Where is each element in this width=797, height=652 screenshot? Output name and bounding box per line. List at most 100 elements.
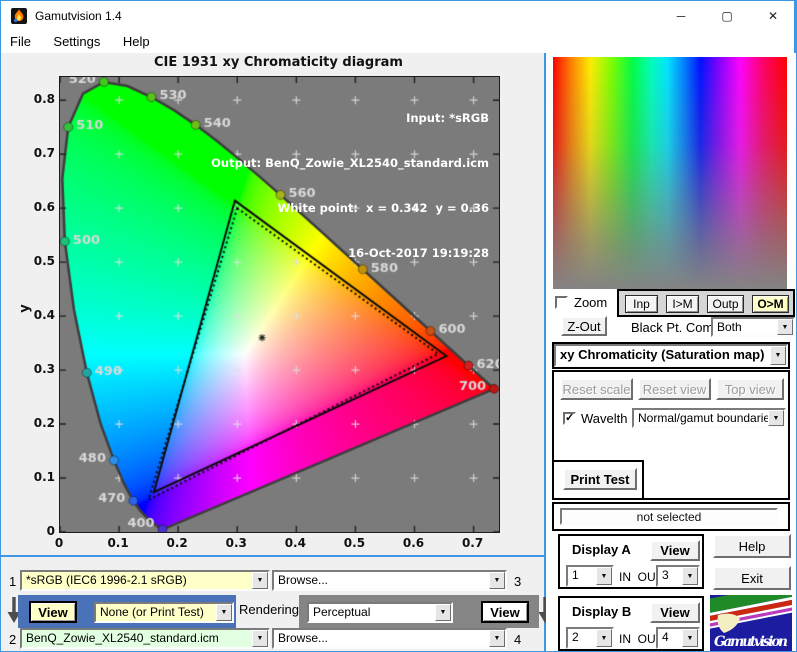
minimize-button[interactable]: ─ [658,1,704,31]
y-tick-label: 0.2 [33,416,55,431]
dropdown-arrow-icon[interactable]: ▼ [682,629,698,647]
transform-panel-right: Perceptual ▼ View [299,595,539,628]
rendering-intent-select[interactable]: Perceptual ▼ [307,602,453,623]
display-a-out-select[interactable]: 3 ▼ [656,565,700,587]
x-tick-label: 0.5 [343,536,366,550]
annotation-input: Input: *sRGB [406,111,489,125]
browse-top-value: Browse... [278,573,329,587]
annotation-whitepoint: White point: x = 0.342 y = 0.36 [277,201,489,215]
input-profile-value: *sRGB (IEC6 1996-2.1 sRGB) [22,572,252,589]
y-tick-label: 0.5 [33,254,55,269]
rendering-label: Rendering [239,602,299,617]
display-b-out-value: 4 [662,630,669,644]
y-tick-label: 0.6 [33,200,55,215]
reset-scale-button[interactable]: Reset scale [560,378,633,400]
dropdown-arrow-icon[interactable]: ▼ [489,572,505,589]
dropdown-arrow-icon[interactable]: ▼ [777,319,793,335]
slot4-number: 4 [514,632,522,647]
wavelth-checkbox[interactable]: ✓ [563,412,576,425]
display-b-view-button[interactable]: View [650,602,700,623]
dropdown-arrow-icon[interactable]: ▼ [770,346,786,365]
slot1-number: 1 [9,574,17,589]
title-bar: Gamutvision 1.4 ─ ▢ ✕ [1,1,796,31]
browse-bottom-value: Browse... [278,631,329,645]
black-pt-comp-value: Both [717,320,742,334]
o-to-m-button[interactable]: O>M [752,295,789,313]
menu-settings[interactable]: Settings [44,31,109,52]
y-tick-label: 0.4 [33,308,55,323]
browse-top-select[interactable]: Browse... ▼ [272,570,507,591]
dropdown-arrow-icon[interactable]: ▼ [216,604,232,621]
view-mode-select[interactable]: xy Chromaticity (Saturation map) ▼ [554,344,788,367]
x-tick-label: 0 [54,536,64,550]
wavelth-checkbox-label: Wavelth [581,411,628,426]
exit-button[interactable]: Exit [713,566,791,590]
display-a-group: Display A View 1 ▼ IN OUT 3 ▼ [558,534,704,589]
window-title: Gamutvision 1.4 [35,9,122,23]
slot2-number: 2 [9,632,17,647]
view-left-button[interactable]: View [29,601,77,623]
dropdown-arrow-icon[interactable]: ▼ [768,410,784,426]
display-b-in-value: 2 [572,630,579,644]
display-b-out-select[interactable]: 4 ▼ [656,627,700,649]
output-profile-select[interactable]: BenQ_Zowie_XL2540_standard.icm ▼ [20,628,270,649]
outp-button[interactable]: Outp [707,295,744,313]
x-tick-label: 0.7 [461,536,484,550]
menu-file[interactable]: File [1,31,40,52]
zoom-checkbox[interactable] [555,296,568,309]
x-tick-label: 0.4 [284,536,306,550]
none-print-test-value: None (or Print Test) [96,604,216,621]
status-frame: not selected [552,502,790,531]
input-profile-select[interactable]: *sRGB (IEC6 1996-2.1 sRGB) ▼ [20,570,270,591]
dropdown-arrow-icon[interactable]: ▼ [596,567,612,585]
none-print-test-select[interactable]: None (or Print Test) ▼ [94,602,234,623]
mode-select-frame: xy Chromaticity (Saturation map) ▼ [552,342,790,369]
output-profile-value: BenQ_Zowie_XL2540_standard.icm [22,630,252,647]
browse-bottom-select[interactable]: Browse... ▼ [272,628,507,649]
view-right-button[interactable]: View [481,601,529,623]
boundaries-select[interactable]: Normal/gamut boundaries ▼ [632,408,786,428]
maximize-button[interactable]: ▢ [704,1,750,31]
reset-view-button[interactable]: Reset view [638,378,711,400]
transform-panel-left: View None (or Print Test) ▼ [18,595,236,628]
dropdown-arrow-icon[interactable]: ▼ [489,630,505,647]
display-a-in-select[interactable]: 1 ▼ [566,565,614,587]
y-tick-label: 0 [46,524,55,538]
display-a-title: Display A [572,542,631,557]
dropdown-arrow-icon[interactable]: ▼ [682,567,698,585]
top-view-button[interactable]: Top view [716,378,784,400]
dropdown-arrow-icon[interactable]: ▼ [252,572,268,589]
i-to-m-button[interactable]: I>M [666,295,699,313]
x-tick-label: 0.3 [225,536,247,550]
gamutvision-window: Gamutvision 1.4 ─ ▢ ✕ File Settings Help… [0,0,797,652]
display-a-in-value: 1 [572,568,579,582]
logo-text: Gamutvision [714,634,788,650]
annotation-datetime: 16-Oct-2017 19:19:28 [348,246,489,260]
annotation-output: Output: BenQ_Zowie_XL2540_standard.icm [211,156,489,170]
display-a-out-value: 3 [662,568,669,582]
menu-bar: File Settings Help [1,31,796,53]
close-button[interactable]: ✕ [750,1,796,31]
menu-help[interactable]: Help [114,31,159,52]
view-mode-button-group: Inp I>M Outp O>M [617,289,795,317]
print-test-button[interactable]: Print Test [563,468,637,490]
dropdown-arrow-icon[interactable]: ▼ [435,604,451,621]
help-button[interactable]: Help [713,534,791,558]
x-tick-label: 0.2 [166,536,188,550]
dropdown-arrow-icon[interactable]: ▼ [596,629,612,647]
boundaries-value: Normal/gamut boundaries [638,411,768,425]
y-tick-label: 0.8 [33,92,55,107]
display-b-title: Display B [572,604,632,619]
chart-annotation: Input: *sRGB Output: BenQ_Zowie_XL2540_s… [151,81,489,291]
status-field: not selected [560,508,778,525]
view-mode-value: xy Chromaticity (Saturation map) [560,347,765,362]
y-tick-label: 0.7 [33,146,55,161]
display-b-in-select[interactable]: 2 ▼ [566,627,614,649]
black-pt-comp-select[interactable]: Both ▼ [711,317,795,337]
z-out-button[interactable]: Z-Out [561,316,607,336]
dropdown-arrow-icon[interactable]: ▼ [252,630,268,647]
display-a-view-button[interactable]: View [650,540,700,561]
app-icon [11,8,27,24]
inp-button[interactable]: Inp [625,295,658,313]
slot3-number: 3 [514,574,522,589]
